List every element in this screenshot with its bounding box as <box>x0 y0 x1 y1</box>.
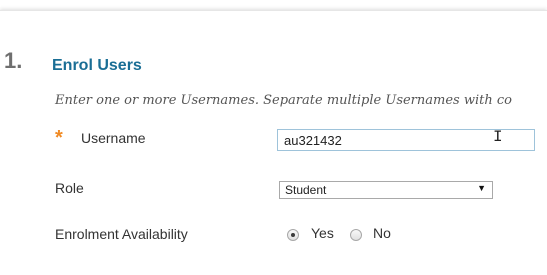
step-number: 1. <box>4 48 23 73</box>
instructions-text: Enter one or more Usernames. Separate mu… <box>55 93 512 108</box>
username-label: Username <box>81 130 146 146</box>
role-select[interactable]: Student ▼ <box>279 181 493 199</box>
availability-yes-radio[interactable] <box>287 229 299 241</box>
role-selected-value: Student <box>285 183 327 197</box>
text-cursor-icon: I <box>493 128 503 146</box>
availability-yes-label: Yes <box>311 225 334 241</box>
availability-no-label: No <box>373 225 391 241</box>
availability-no-radio[interactable] <box>350 229 362 241</box>
required-asterisk-icon: * <box>55 127 63 149</box>
chevron-down-icon: ▼ <box>477 183 486 193</box>
section-title: Enrol Users <box>52 57 142 74</box>
role-label: Role <box>55 180 84 196</box>
availability-label: Enrolment Availability <box>55 226 188 242</box>
